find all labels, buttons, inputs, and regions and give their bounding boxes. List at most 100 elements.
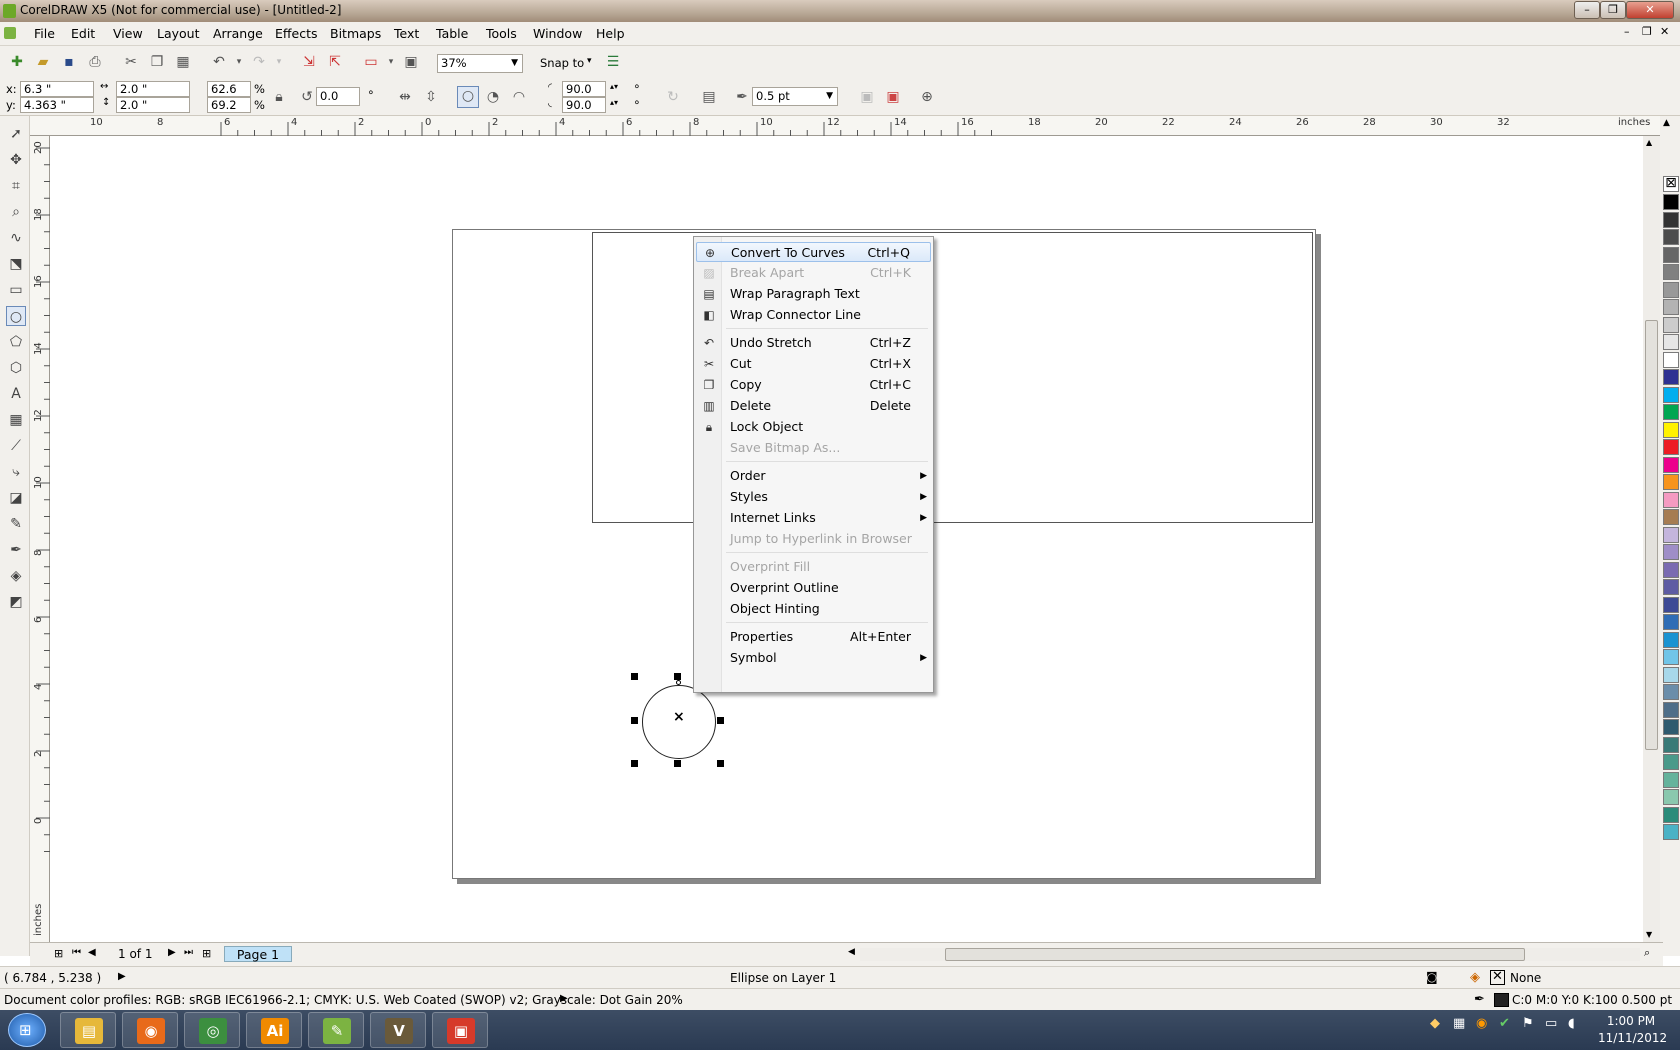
scroll-down-icon[interactable]: ▼	[1646, 930, 1652, 939]
open-folder-icon[interactable]: ▰	[34, 53, 52, 71]
x-position-field[interactable]: 6.3 "	[20, 81, 94, 97]
selection-handle-bl[interactable]	[631, 760, 638, 767]
rectangle-tool-icon[interactable]: ▭	[6, 280, 26, 300]
menu-tools[interactable]: Tools	[486, 26, 517, 41]
selection-handle-ml[interactable]	[631, 717, 638, 724]
doc-minimize-button[interactable]: –	[1624, 25, 1630, 38]
clock-time[interactable]: 1:00 PM	[1598, 1014, 1664, 1028]
palette-swatch[interactable]	[1663, 614, 1679, 630]
launcher-dropdown-icon[interactable]: ▾	[382, 53, 400, 71]
menu-help[interactable]: Help	[596, 26, 625, 41]
export-icon[interactable]: ⇱	[326, 53, 344, 71]
new-document-icon[interactable]: ✚	[8, 53, 26, 71]
palette-swatch[interactable]	[1663, 421, 1679, 438]
palette-swatch[interactable]	[1663, 194, 1679, 210]
outline-width-select[interactable]: 0.5 pt ▼	[752, 87, 838, 106]
palette-swatch[interactable]	[1663, 526, 1679, 543]
palette-swatch[interactable]	[1663, 771, 1679, 788]
palette-swatch[interactable]	[1663, 509, 1679, 525]
pie-mode-icon[interactable]: ◔	[484, 88, 502, 106]
doc-restore-button[interactable]: ❐	[1642, 25, 1652, 38]
welcome-screen-icon[interactable]: ▣	[402, 53, 420, 71]
redo-dropdown-icon[interactable]: ▾	[270, 53, 288, 71]
taskbar-app-illustrator[interactable]: Ai	[246, 1012, 302, 1048]
minimize-button[interactable]: –	[1574, 1, 1600, 19]
selection-handle-bc[interactable]	[674, 760, 681, 767]
menu-item-undo-stretch[interactable]: ↶ Undo Stretch Ctrl+Z	[696, 333, 931, 353]
scroll-up-icon[interactable]: ▲	[1646, 138, 1652, 147]
page-tab[interactable]: Page 1	[224, 946, 292, 962]
ellipse-tool-icon[interactable]: ○	[6, 306, 26, 326]
menu-item-overprint-outline[interactable]: Overprint Outline	[696, 578, 931, 598]
menu-item-delete[interactable]: ▥ Delete Delete	[696, 396, 931, 416]
palette-swatch[interactable]	[1663, 229, 1679, 245]
palette-swatch[interactable]	[1663, 666, 1679, 683]
menu-edit[interactable]: Edit	[71, 26, 95, 41]
zoom-tool-icon[interactable]: ⌕	[6, 202, 26, 222]
end-angle-field[interactable]: 90.0	[562, 97, 606, 113]
color-profiles-text[interactable]: Document color profiles: RGB: sRGB IEC61…	[4, 993, 683, 1007]
menu-item-jump-to-hyperlink-in-browser[interactable]: Jump to Hyperlink in Browser	[696, 529, 931, 549]
navigator-icon[interactable]: ⌕	[1644, 946, 1650, 960]
profiles-expand-icon[interactable]: ▶	[560, 993, 568, 1004]
taskbar-app-coreldraw[interactable]: ✎	[308, 1012, 364, 1048]
palette-swatch[interactable]	[1663, 824, 1679, 840]
tray-volume-icon[interactable]: ◖	[1568, 1016, 1575, 1031]
palette-swatch[interactable]	[1663, 596, 1679, 613]
menu-table[interactable]: Table	[436, 26, 468, 41]
horizontal-ruler[interactable]: 10 8 6 4 2 0 2 4 6 8 10 12 14 16 18 20 22 24 26 28 30 32 inch…	[30, 116, 1663, 136]
menu-item-symbol[interactable]: Symbol ▶	[696, 648, 931, 668]
menu-item-styles[interactable]: Styles ▶	[696, 487, 931, 507]
previous-page-icon[interactable]: ◀	[88, 947, 96, 958]
undo-icon[interactable]: ↶	[210, 53, 228, 71]
palette-swatch[interactable]	[1663, 404, 1679, 420]
height-field[interactable]: 2.0 "	[116, 97, 190, 113]
palette-swatch[interactable]	[1663, 386, 1679, 403]
vertical-scroll-thumb[interactable]	[1645, 320, 1658, 750]
fill-tool-icon[interactable]: ◈	[6, 566, 26, 586]
convert-to-curves-icon[interactable]: ⊕	[918, 88, 936, 106]
paste-icon[interactable]: ▦	[174, 53, 192, 71]
taskbar-app-photo-app[interactable]: ▣	[432, 1012, 488, 1048]
palette-swatch[interactable]	[1663, 561, 1679, 578]
tray-firefox-icon[interactable]: ◉	[1476, 1016, 1487, 1031]
menu-item-break-apart[interactable]: ▨ Break Apart Ctrl+K	[696, 263, 931, 283]
palette-swatch[interactable]	[1663, 701, 1679, 718]
interactive-fill-tool-icon[interactable]: ◩	[6, 592, 26, 612]
mirror-vertical-icon[interactable]: ⇳	[422, 88, 440, 106]
menu-item-object-hinting[interactable]: Object Hinting	[696, 599, 931, 619]
palette-swatch[interactable]	[1663, 334, 1679, 350]
freehand-tool-icon[interactable]: ∿	[6, 228, 26, 248]
menu-item-properties[interactable]: Properties Alt+Enter	[696, 627, 931, 647]
arc-mode-icon[interactable]: ◠	[510, 88, 528, 106]
add-page-icon[interactable]: ⊞	[54, 947, 63, 960]
width-field[interactable]: 2.0 "	[116, 81, 190, 97]
end-angle-spinner[interactable]: ▴▾	[610, 98, 618, 107]
cut-icon[interactable]: ✂	[122, 53, 140, 71]
menu-item-wrap-connector-line[interactable]: ◧ Wrap Connector Line	[696, 305, 931, 325]
redo-icon[interactable]: ↷	[250, 53, 268, 71]
maximize-button[interactable]: ❐	[1600, 1, 1626, 19]
selection-handle-tc[interactable]	[674, 673, 681, 680]
application-launcher-icon[interactable]: ▭	[362, 53, 380, 71]
doc-close-button[interactable]: ✕	[1660, 25, 1669, 38]
palette-swatch[interactable]	[1663, 789, 1679, 805]
scale-y-field[interactable]: 69.2	[207, 97, 251, 113]
palette-swatch[interactable]	[1663, 754, 1679, 770]
selection-handle-tl[interactable]	[631, 673, 638, 680]
selection-handle-mr[interactable]	[717, 717, 724, 724]
blend-tool-icon[interactable]: ◪	[6, 488, 26, 508]
status-expand-icon[interactable]: ▶	[118, 971, 126, 982]
menu-text[interactable]: Text	[394, 26, 419, 41]
vertical-ruler[interactable]: 20 18 16 14 12 10 8 6 4 2 0 inches	[30, 136, 50, 942]
node-handle[interactable]	[676, 680, 681, 685]
palette-swatch[interactable]	[1663, 806, 1679, 823]
tray-shield-icon[interactable]: ✔	[1499, 1016, 1510, 1031]
save-icon[interactable]: ▪	[60, 53, 78, 71]
menu-view[interactable]: View	[113, 26, 143, 41]
zoom-level-select[interactable]: 37% ▼	[437, 54, 523, 73]
to-front-icon[interactable]: ▣	[858, 88, 876, 106]
crop-tool-icon[interactable]: ⌗	[6, 176, 26, 196]
menu-arrange[interactable]: Arrange	[213, 26, 263, 41]
last-page-icon[interactable]: ⏭	[184, 947, 193, 958]
